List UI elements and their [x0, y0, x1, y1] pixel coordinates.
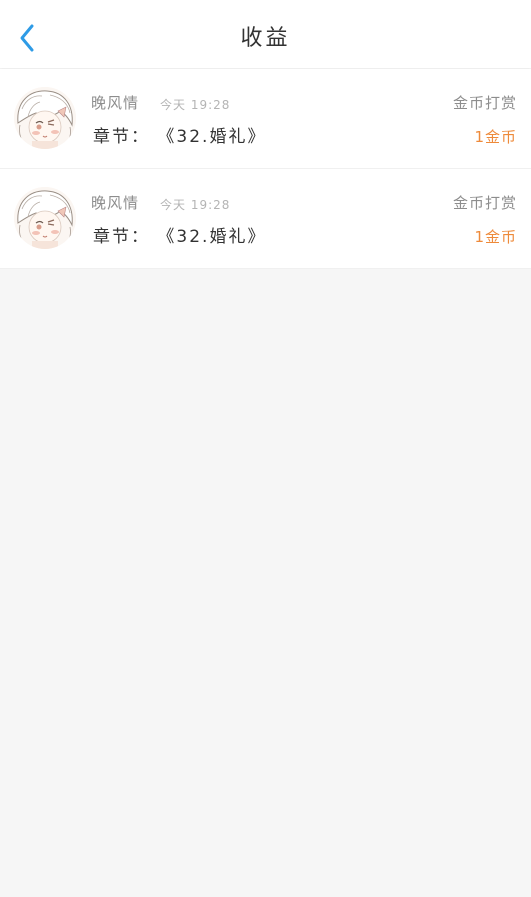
reward-type: 金币打赏	[452, 94, 517, 112]
chapter-label: 章节： 《32.婚礼》	[93, 227, 267, 247]
reward-amount: 1金币	[474, 128, 517, 146]
avatar[interactable]	[14, 87, 76, 149]
chapter-label: 章节： 《32.婚礼》	[93, 127, 267, 147]
reward-amount: 1金币	[474, 228, 517, 246]
list-item[interactable]: 晚风情 今天 19:28 章节： 《32.婚礼》 金币打赏 1金币	[0, 169, 531, 269]
reward-type: 金币打赏	[452, 194, 517, 212]
user-avatar-anime-icon	[14, 87, 76, 149]
earnings-list: 晚风情 今天 19:28 章节： 《32.婚礼》 金币打赏 1金币 晚风情 今天…	[0, 69, 531, 269]
avatar[interactable]	[14, 187, 76, 249]
top-nav-bar: 收益	[0, 0, 531, 68]
record-time: 今天 19:28	[160, 198, 231, 212]
user-avatar-anime-icon	[14, 187, 76, 249]
list-item[interactable]: 晚风情 今天 19:28 章节： 《32.婚礼》 金币打赏 1金币	[0, 69, 531, 169]
page-title: 收益	[240, 26, 291, 51]
sender-name: 晚风情	[91, 94, 140, 112]
sender-name: 晚风情	[91, 194, 140, 212]
record-time: 今天 19:28	[160, 98, 231, 112]
